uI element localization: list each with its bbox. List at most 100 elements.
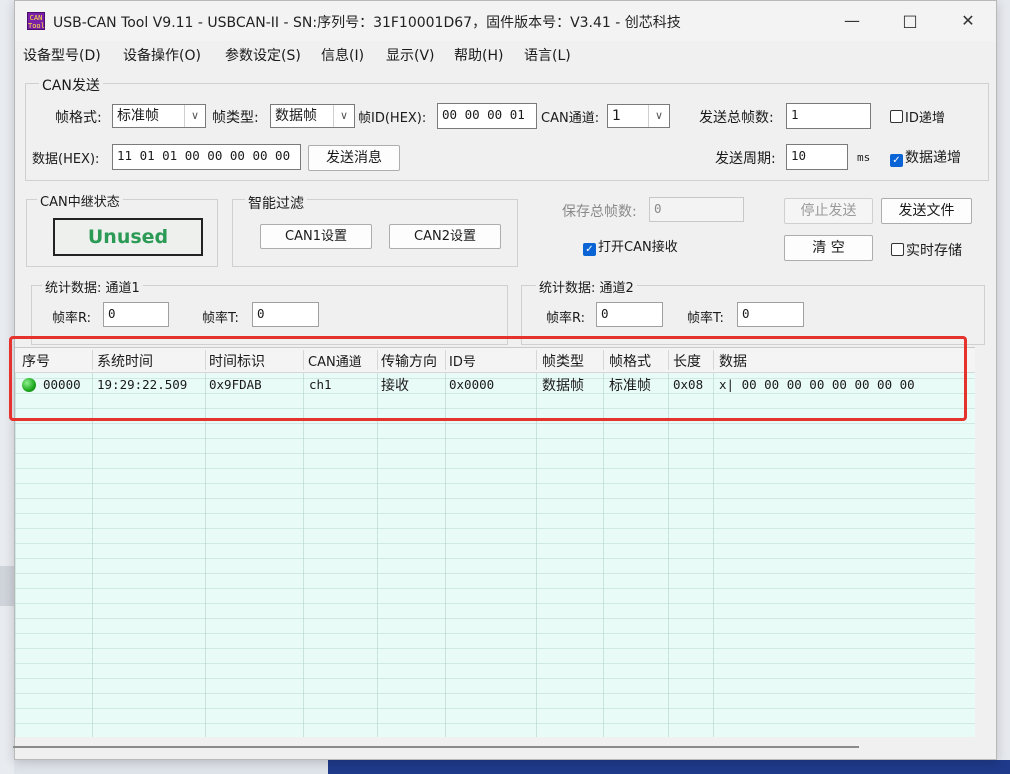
row-channel: ch1: [309, 377, 332, 392]
desktop-background: [0, 0, 14, 774]
column-header[interactable]: 传输方向: [381, 351, 437, 371]
frame-type-value: 数据帧: [275, 108, 317, 124]
channel-label: CAN通道:: [541, 111, 600, 126]
desktop-background-right: [997, 0, 1010, 774]
saved-total-label: 保存总帧数:: [562, 204, 637, 220]
row-data: x| 00 00 00 00 00 00 00 00: [719, 377, 915, 392]
chevron-down-icon: ∨: [648, 105, 669, 127]
open-can-receive-label: 打开CAN接收: [598, 240, 678, 255]
taskbar-fragment: [328, 760, 1010, 774]
frame-id-label: 帧ID(HEX):: [358, 111, 427, 126]
menu-bar: 设备型号(D) 设备操作(O) 参数设定(S) 信息(I) 显示(V) 帮助(H…: [15, 41, 996, 67]
window-title: USB-CAN Tool V9.11 - USBCAN-II - SN:序列号：…: [53, 15, 681, 31]
column-header[interactable]: 帧类型: [542, 351, 584, 371]
send-period-input[interactable]: 10: [786, 144, 848, 170]
stats1-rx-label: 帧率R:: [52, 311, 92, 326]
data-hex-input[interactable]: 11 01 01 00 00 00 00 00: [112, 144, 301, 170]
smart-filter-title: 智能过滤: [245, 193, 307, 213]
menu-language[interactable]: 语言(L): [524, 45, 571, 65]
relay-status-title: CAN中继状态: [37, 191, 123, 210]
saved-total-input: 0: [649, 197, 744, 222]
menu-device-model[interactable]: 设备型号(D): [23, 45, 101, 65]
menu-help[interactable]: 帮助(H): [454, 45, 503, 65]
id-increment-label: ID递增: [905, 111, 945, 126]
checkbox-icon: [890, 110, 903, 123]
row-direction: 接收: [381, 378, 409, 394]
table-header: 序号 系统时间 时间标识 CAN通道 传输方向 ID号 帧类型 帧格式 长度 数…: [15, 348, 975, 373]
frame-id-input[interactable]: 00 00 00 01: [437, 103, 537, 129]
app-window: CAN Tool USB-CAN Tool V9.11 - USBCAN-II …: [9, 0, 997, 760]
stats1-tx-value: 0: [252, 302, 319, 327]
can-send-group-title: CAN发送: [39, 75, 103, 95]
column-header[interactable]: 数据: [719, 351, 747, 371]
can2-settings-button[interactable]: CAN2设置: [389, 224, 501, 249]
menu-display[interactable]: 显示(V): [386, 45, 435, 65]
row-system-time: 19:29:22.509: [97, 377, 188, 392]
stats-channel1-title: 统计数据: 通道1: [42, 277, 143, 296]
stats2-rx-label: 帧率R:: [546, 311, 586, 326]
stats2-rx-value: 0: [596, 302, 663, 327]
stats1-rx-value: 0: [103, 302, 169, 327]
open-can-receive-checkbox[interactable]: ✓ 打开CAN接收: [583, 236, 678, 256]
menu-parameter-settings[interactable]: 参数设定(S): [225, 45, 301, 65]
stats2-tx-label: 帧率T:: [687, 311, 724, 326]
scrollbar-thumb[interactable]: [13, 746, 859, 748]
data-increment-label: 数据递增: [905, 150, 961, 166]
grid-lines: [15, 348, 975, 738]
frame-type-select[interactable]: 数据帧 ∨: [270, 104, 355, 128]
frame-format-value: 标准帧: [117, 108, 159, 124]
stats-channel2-title: 统计数据: 通道2: [536, 277, 637, 296]
column-header[interactable]: 长度: [673, 351, 701, 371]
data-hex-label: 数据(HEX):: [32, 152, 100, 167]
frame-format-label: 帧格式:: [55, 110, 102, 126]
app-logo-icon: CAN Tool: [27, 12, 45, 30]
total-frames-label: 发送总帧数:: [699, 110, 774, 126]
title-bar[interactable]: CAN Tool USB-CAN Tool V9.11 - USBCAN-II …: [15, 1, 996, 41]
column-header[interactable]: CAN通道: [308, 351, 362, 370]
row-frame-type: 数据帧: [542, 378, 584, 394]
row-length: 0x08: [673, 377, 704, 392]
column-header[interactable]: 系统时间: [97, 351, 153, 371]
checkbox-icon: [891, 243, 904, 256]
can1-settings-button[interactable]: CAN1设置: [260, 224, 372, 249]
minimize-icon[interactable]: —: [823, 1, 881, 41]
maximize-icon[interactable]: □: [881, 1, 939, 41]
close-icon[interactable]: ✕: [939, 1, 997, 41]
stats1-tx-label: 帧率T:: [202, 311, 239, 326]
column-header[interactable]: 时间标识: [209, 351, 265, 371]
menu-info[interactable]: 信息(I): [321, 45, 364, 65]
stats2-tx-value: 0: [737, 302, 804, 327]
row-timestamp: 0x9FDAB: [209, 377, 262, 392]
row-frame-format: 标准帧: [609, 378, 651, 394]
total-frames-input[interactable]: 1: [786, 103, 871, 129]
channel-select[interactable]: 1 ∨: [607, 104, 670, 128]
send-file-button[interactable]: 发送文件: [881, 198, 972, 224]
column-header[interactable]: 帧格式: [609, 351, 651, 371]
desktop-background-strip: [0, 566, 14, 606]
frame-format-select[interactable]: 标准帧 ∨: [112, 104, 206, 128]
column-header[interactable]: 序号: [22, 351, 50, 371]
send-period-label: 发送周期:: [715, 151, 776, 167]
clear-button[interactable]: 清 空: [784, 235, 873, 261]
status-led-icon: [22, 378, 36, 392]
realtime-save-label: 实时存储: [906, 243, 962, 259]
realtime-save-checkbox[interactable]: 实时存储: [891, 240, 962, 260]
row-index: 00000: [43, 377, 81, 392]
menu-device-operation[interactable]: 设备操作(O): [123, 45, 201, 65]
chevron-down-icon: ∨: [184, 105, 205, 127]
horizontal-scrollbar[interactable]: [13, 737, 975, 755]
row-id: 0x0000: [449, 377, 495, 392]
channel-value: 1: [612, 108, 621, 124]
checkmark-icon: ✓: [890, 154, 903, 167]
frame-type-label: 帧类型:: [212, 110, 259, 126]
relay-status-indicator: Unused: [53, 218, 203, 256]
id-increment-checkbox[interactable]: ID递增: [890, 107, 945, 126]
send-period-unit: ms: [857, 151, 871, 164]
column-header[interactable]: ID号: [449, 351, 476, 370]
message-list[interactable]: 序号 系统时间 时间标识 CAN通道 传输方向 ID号 帧类型 帧格式 长度 数…: [15, 347, 975, 738]
chevron-down-icon: ∨: [333, 105, 354, 127]
data-increment-checkbox[interactable]: ✓ 数据递增: [890, 147, 961, 167]
checkmark-icon: ✓: [583, 243, 596, 256]
send-message-button[interactable]: 发送消息: [308, 145, 400, 171]
stop-send-button[interactable]: 停止发送: [784, 198, 873, 224]
